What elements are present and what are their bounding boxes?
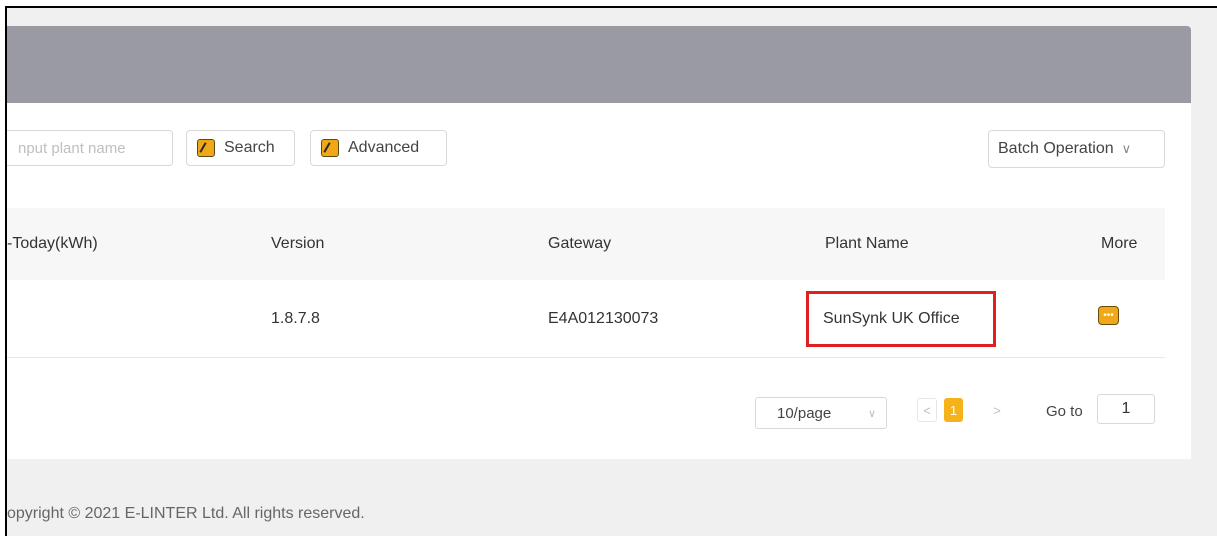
more-dots-icon[interactable]: ••• bbox=[1098, 306, 1119, 325]
key-icon bbox=[197, 139, 215, 157]
column-header-plant-name: Plant Name bbox=[825, 235, 909, 252]
app-frame: nput plant name Search Advanced Batch Op… bbox=[5, 6, 1217, 536]
plant-list-card: nput plant name Search Advanced Batch Op… bbox=[7, 103, 1191, 459]
page-header-band bbox=[7, 26, 1191, 103]
column-header-gateway: Gateway bbox=[548, 235, 612, 252]
cell-version: 1.8.7.8 bbox=[271, 309, 320, 327]
pagination-current-page[interactable]: 1 bbox=[944, 398, 963, 422]
chevron-down-icon: ∨ bbox=[867, 407, 876, 420]
goto-page-input[interactable]: 1 bbox=[1097, 394, 1155, 424]
page-size-select[interactable]: 10/page ∨ bbox=[755, 397, 887, 429]
column-header-version: Version bbox=[271, 235, 325, 252]
search-button-label: Search bbox=[224, 139, 275, 156]
plant-name-search-input[interactable]: nput plant name bbox=[7, 130, 173, 166]
chevron-left-icon[interactable]: < bbox=[917, 398, 937, 422]
chevron-right-icon[interactable]: > bbox=[987, 398, 1007, 422]
column-header-today-kwh: -Today(kWh) bbox=[7, 235, 98, 252]
column-header-more: More bbox=[1101, 235, 1138, 252]
table-row[interactable]: 1.8.7.8 E4A012130073 SunSynk UK Office •… bbox=[7, 280, 1165, 358]
cell-gateway: E4A012130073 bbox=[548, 309, 659, 327]
page-size-value: 10/page bbox=[777, 404, 832, 422]
batch-operation-label: Batch Operation bbox=[998, 140, 1114, 157]
goto-label: Go to bbox=[1046, 403, 1083, 420]
footer-copyright: opyright © 2021 E-LINTER Ltd. All rights… bbox=[7, 505, 365, 522]
table-header: -Today(kWh) Version Gateway Plant Name M… bbox=[7, 208, 1165, 280]
cell-plant-name[interactable]: SunSynk UK Office bbox=[823, 280, 960, 357]
batch-operation-dropdown[interactable]: Batch Operation ∨ bbox=[988, 130, 1165, 168]
search-button[interactable]: Search bbox=[186, 130, 295, 166]
advanced-button-label: Advanced bbox=[348, 139, 420, 156]
chevron-down-icon: ∨ bbox=[1121, 141, 1132, 156]
advanced-button[interactable]: Advanced bbox=[310, 130, 447, 166]
key-icon bbox=[321, 139, 339, 157]
